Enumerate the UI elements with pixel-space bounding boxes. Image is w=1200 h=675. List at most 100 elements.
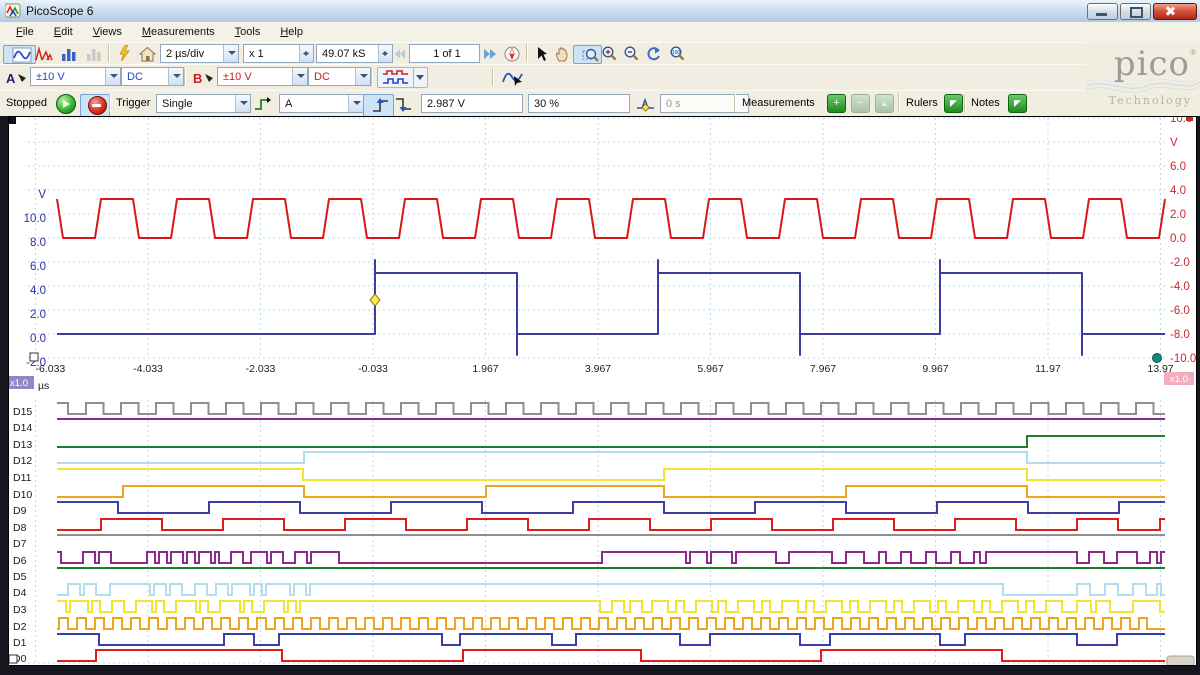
stop-icon [88,96,107,115]
trigger-mode-select[interactable]: Single [156,94,251,113]
menu-views[interactable]: Views [83,24,132,40]
measurements-label: Measurements [742,97,815,109]
scope-plot-area[interactable]: D15D14D13D12D11D10D9D8D7D6D5D4D3D2D1D0V1… [8,116,1197,666]
x-axis-tick-label: 7.967 [810,363,836,375]
close-button[interactable] [1153,3,1197,20]
menu-file[interactable]: File [6,24,44,40]
corner-tab[interactable] [1167,656,1194,666]
zoom-100-button[interactable]: 100 [666,43,692,64]
channel-a-coupling-select[interactable]: DC [121,67,184,86]
trigger-mode-value: Single [162,98,209,110]
digital-inputs-dropdown[interactable] [413,67,428,88]
menu-edit[interactable]: Edit [44,24,83,40]
compass-icon [504,46,520,62]
auto-setup-button[interactable] [112,43,136,64]
restore-button[interactable] [1120,3,1151,20]
buffer-previous-button[interactable] [392,43,408,64]
pan-tool-button[interactable] [551,43,573,64]
trigger-delay-icon [636,96,655,112]
minimize-button[interactable] [1087,3,1118,20]
buffer-next-button[interactable] [479,43,501,64]
chevron-down-icon[interactable] [223,45,238,62]
x-axis-tick-label: 9.967 [922,363,948,375]
go-button[interactable] [56,94,76,114]
stop-button[interactable] [80,94,110,117]
raise-measurements-button[interactable]: ▲ [875,94,894,113]
digital-inputs-button[interactable] [377,67,415,88]
timebase-select[interactable]: 2 µs/div [160,44,239,63]
lowpass-filter-button[interactable] [498,67,528,88]
menu-bar: File Edit Views Measurements Tools Help [0,22,1200,43]
channel-b-range-select[interactable]: ±10 V [217,67,308,86]
double-left-arrow-icon [394,48,406,60]
waveform-canvas[interactable]: D15D14D13D12D11D10D9D8D7D6D5D4D3D2D1D0V1… [8,116,1197,666]
left-axis-label: 2.0 [30,309,46,321]
channel-a-options-icon[interactable] [17,73,27,83]
buffer-position-field[interactable]: 1 of 1 [409,44,480,63]
rising-edge-button[interactable] [363,94,394,117]
zoom-out-tool-button[interactable] [620,43,642,64]
add-measurement-button[interactable]: + [827,94,846,113]
left-axis-label: 6.0 [30,261,46,273]
spinner-arrows-icon[interactable] [378,45,392,62]
buffer-navigator-button[interactable] [501,43,523,64]
digital-channel-label-D3: D3 [13,604,27,616]
menu-help[interactable]: Help [270,24,313,40]
zoom-in-icon [601,46,617,62]
channel-b-options-icon[interactable] [204,73,214,83]
trigger-threshold-input[interactable]: 2.987 V [421,94,523,113]
channel-a-range-select[interactable]: ±10 V [30,67,121,86]
scope-frame: D15D14D13D12D11D10D9D8D7D6D5D4D3D2D1D0V1… [0,116,1200,675]
x-scale-badge-left-text: x1.0 [10,378,28,389]
sample-count-spinner[interactable]: 49.07 kS [316,44,393,63]
chevron-down-icon[interactable] [105,68,120,85]
right-axis-label: 6.0 [1170,161,1186,173]
pre-trigger-input[interactable]: 30 % [528,94,630,113]
chevron-down-icon[interactable] [292,68,307,85]
undo-arrow-icon [645,46,661,62]
digital-channel-label-D9: D9 [13,505,27,517]
remove-measurement-button[interactable]: − [851,94,870,113]
trigger-label: Trigger [116,97,150,109]
capture-status-label: Stopped [6,97,47,109]
falling-edge-button[interactable] [391,92,417,115]
chevron-down-icon[interactable] [168,68,183,85]
channel-b-label: B [193,71,202,86]
digital-channel-label-D1: D1 [13,637,27,649]
digital-axis-handle[interactable] [9,655,17,663]
zoom-in-tool-button[interactable] [598,43,620,64]
notes-button[interactable]: ◤ [1008,94,1027,113]
x-axis-tick-label: -0.033 [358,363,388,375]
chevron-down-icon[interactable] [235,95,250,112]
zoom-factor-spinner[interactable]: x 1 [243,44,314,63]
trigger-delay-input[interactable]: 0 s [660,94,749,113]
right-axis-label: -4.0 [1170,281,1190,293]
channel-b-axis-handle[interactable] [30,353,38,361]
undo-zoom-button[interactable] [642,43,664,64]
advanced-trigger-button[interactable] [250,92,276,115]
persistence-options-icon [86,46,102,62]
rulers-button[interactable]: ◤ [944,94,963,113]
chevron-down-icon[interactable] [348,95,363,112]
channel-b-coupling-value: DC [314,71,346,83]
home-settings-button[interactable] [135,43,159,64]
spectrum-view-button[interactable] [31,43,57,64]
sample-count-value: 49.07 kS [322,48,365,60]
menu-tools[interactable]: Tools [225,24,271,40]
persistence-mode-button[interactable] [56,43,82,64]
spinner-arrows-icon[interactable] [299,45,313,62]
trigger-delay-button[interactable] [632,92,658,115]
chevron-down-icon[interactable] [355,68,370,85]
trigger-level-dot[interactable] [1153,354,1162,363]
menu-measurements[interactable]: Measurements [132,24,225,40]
plot-corner-handle[interactable] [9,117,16,124]
digital-channel-label-D6: D6 [13,555,27,567]
channel-b-coupling-select[interactable]: DC [308,67,371,86]
digital-channel-label-D4: D4 [13,587,27,599]
left-axis-label: 0.0 [30,333,46,345]
x-axis-tick-label: -6.033 [36,363,66,375]
persistence-options-button[interactable] [81,43,107,64]
pointer-tool-button[interactable] [530,43,552,64]
digital-channel-label-D15: D15 [13,406,32,418]
trigger-source-select[interactable]: A [279,94,364,113]
